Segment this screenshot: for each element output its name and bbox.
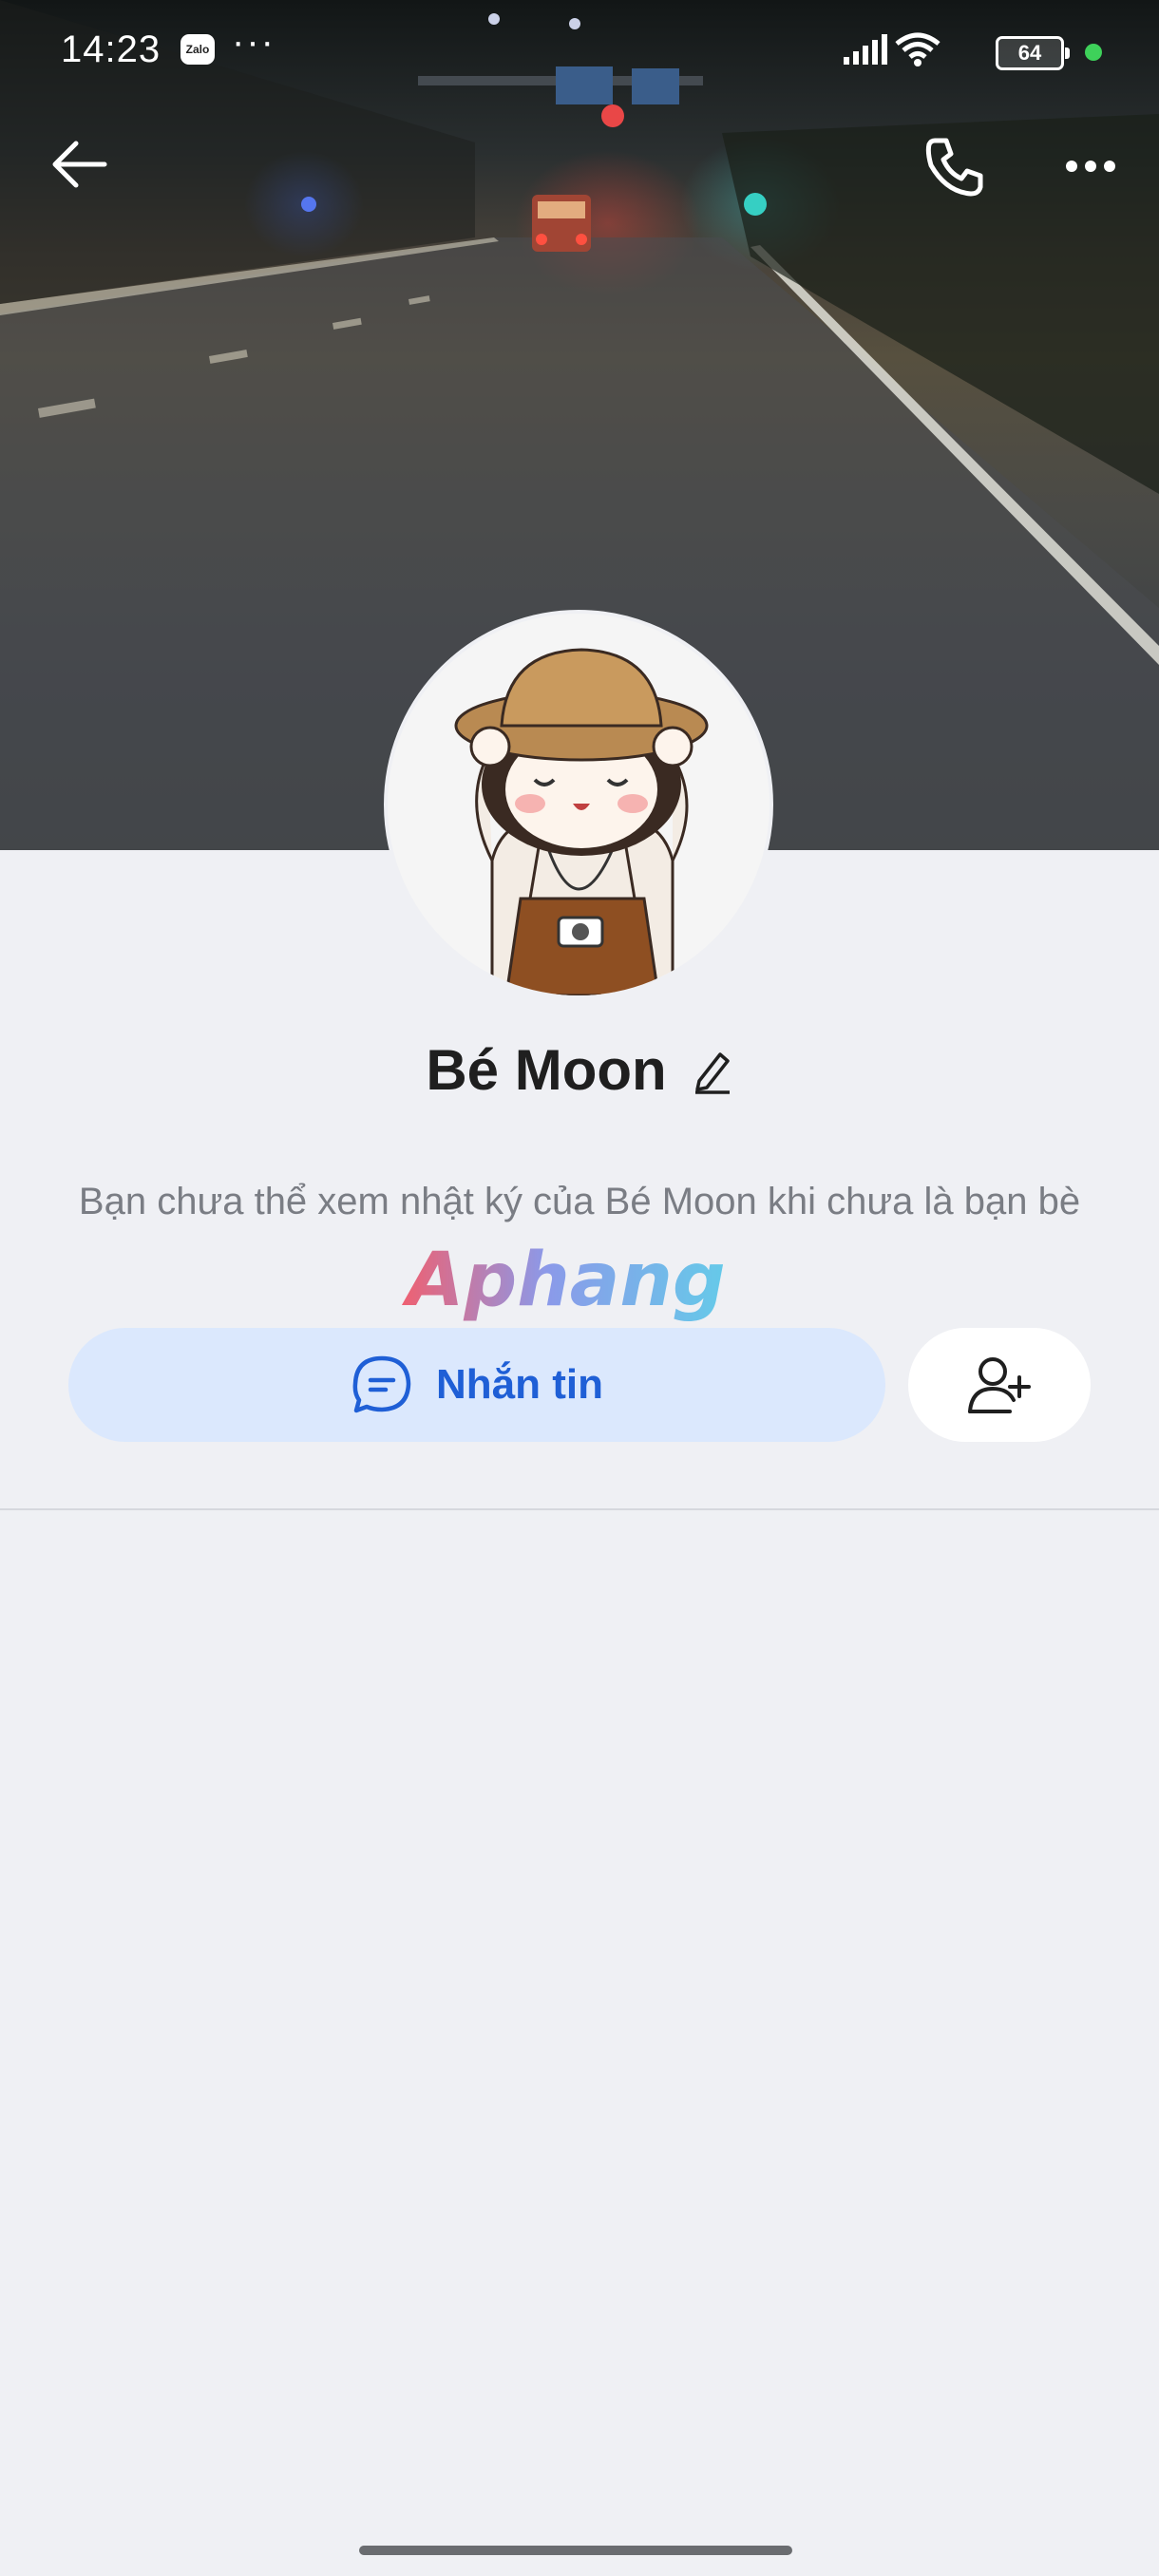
arrow-left-icon[interactable]	[48, 138, 110, 191]
battery-icon: 64	[996, 36, 1070, 70]
home-indicator[interactable]	[359, 2546, 792, 2555]
profile-name: Bé Moon	[426, 1038, 667, 1102]
status-time: 14:23	[61, 28, 162, 70]
svg-text:Aphang: Aphang	[401, 1238, 726, 1323]
chat-bubble-icon	[352, 1355, 411, 1413]
add-user-icon	[968, 1357, 1031, 1413]
phone-icon[interactable]	[922, 133, 988, 199]
message-button[interactable]: Nhắn tin	[68, 1328, 885, 1442]
status-bar: 14:23 Zalo ··· 64	[0, 0, 1159, 104]
more-dots-icon[interactable]	[1062, 142, 1119, 190]
add-friend-button[interactable]	[908, 1328, 1091, 1442]
active-dot-icon	[1085, 44, 1102, 61]
diary-privacy-notice: Bạn chưa thể xem nhật ký của Bé Moon khi…	[78, 1181, 1081, 1222]
signal-icon	[844, 34, 887, 65]
status-indicators: 64	[844, 32, 1102, 70]
avatar[interactable]	[384, 610, 773, 999]
pencil-icon[interactable]	[692, 1047, 733, 1094]
section-divider	[0, 1508, 1159, 1510]
wifi-icon	[895, 32, 940, 66]
watermark-logo: Aphang	[401, 1238, 726, 1323]
zalo-notification-icon: Zalo	[180, 34, 215, 65]
profile-name-row: Bé Moon	[0, 1037, 1159, 1103]
avatar-illustration	[388, 614, 770, 995]
battery-level: 64	[1017, 41, 1042, 65]
message-button-label: Nhắn tin	[436, 1361, 603, 1408]
status-more-indicator: ···	[232, 21, 276, 63]
